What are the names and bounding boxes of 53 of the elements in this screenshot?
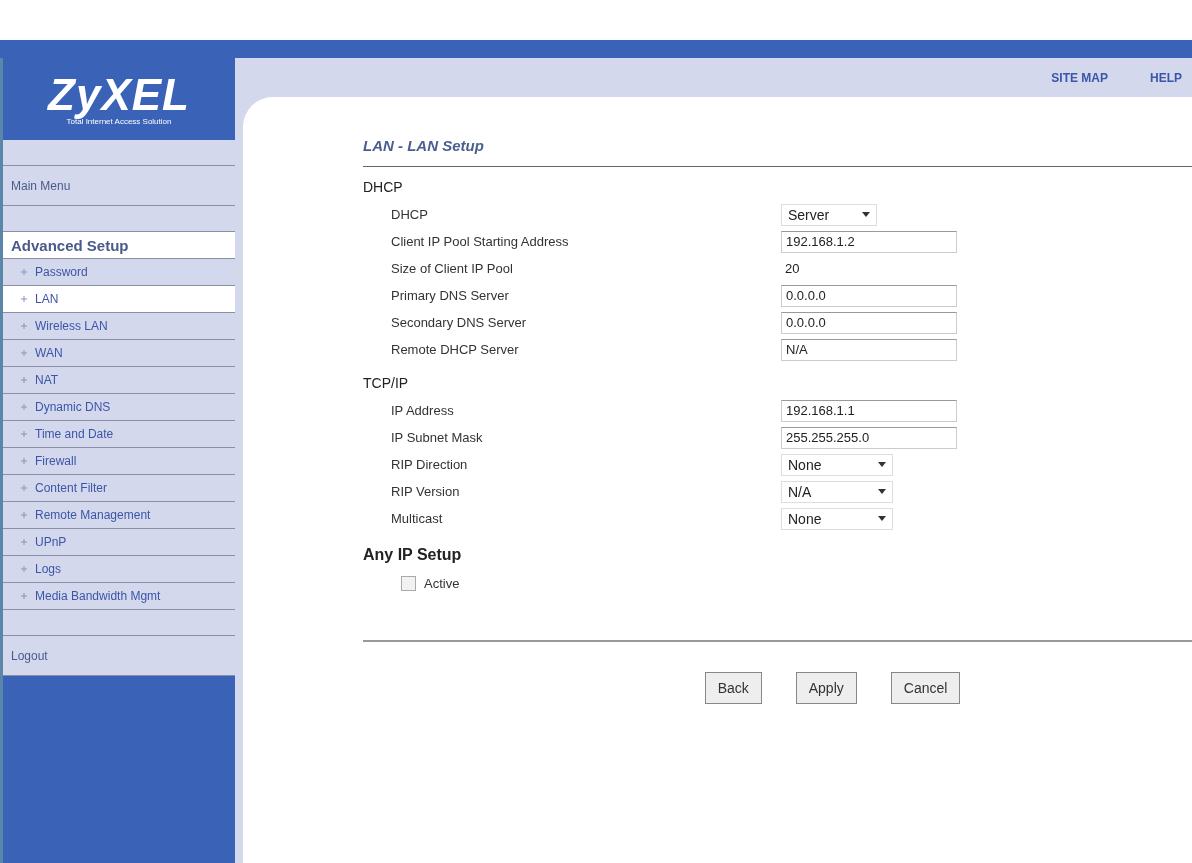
field-label: IP Subnet Mask [391,430,484,445]
plus-icon [21,296,27,302]
caret-icon [862,212,870,217]
plus-icon [21,512,27,518]
form-button[interactable]: Apply [795,672,857,704]
checkbox-label: Active [424,575,460,591]
field-label: RIP Version [391,484,461,499]
dropdown[interactable]: None [781,507,893,530]
field-label: Size of Client IP Pool [391,261,514,276]
dropdown[interactable]: Server [781,203,877,226]
plus-icon [21,485,27,491]
field-label: Multicast [391,511,444,526]
plus-icon [21,593,27,599]
section-title: TCP/IP [363,375,410,391]
logo-wordmark: ZyXEL [48,72,190,117]
plus-icon [21,323,27,329]
plus-icon [21,431,27,437]
input-field[interactable]: 0.0.0.0 [781,311,957,334]
plus-icon [21,404,27,410]
plus-icon [21,350,27,356]
plus-icon [21,458,27,464]
field-label: DHCP [391,207,429,222]
field-label: Remote DHCP Server [391,342,520,357]
header-link[interactable]: SITE MAP [1051,70,1108,85]
field-label: Primary DNS Server [391,288,510,303]
plus-icon [21,269,27,275]
dropdown[interactable]: None [781,453,893,476]
field-label: RIP Direction [391,457,469,472]
dropdown[interactable]: N/A [781,480,893,503]
section-title: DHCP [363,179,404,195]
input-field[interactable]: 0.0.0.0 [781,284,957,307]
checkbox[interactable] [401,575,416,591]
field-label: Secondary DNS Server [391,315,528,330]
caret-icon [878,462,886,467]
form-button[interactable]: Cancel [890,672,961,704]
header-link[interactable]: HELP [1150,70,1182,85]
input-field[interactable]: 192.168.1.2 [781,230,957,253]
sidebar-item[interactable]: LAN [3,286,235,313]
input-field[interactable]: 255.255.255.0 [781,426,957,449]
caret-icon [878,489,886,494]
input-field[interactable]: N/A [781,338,957,361]
form-button[interactable]: Back [704,672,762,704]
field-value: 20 [784,261,801,276]
section-title: Any IP Setup [363,546,463,564]
page-title: LAN - LAN Setup [363,137,1192,167]
sidebar-item[interactable]: Advanced Setup [3,232,235,259]
caret-icon [878,516,886,521]
plus-icon [21,539,27,545]
plus-icon [21,377,27,383]
input-field[interactable]: 192.168.1.1 [781,399,957,422]
field-label: Client IP Pool Starting Address [391,234,570,249]
field-label: IP Address [391,403,455,418]
plus-icon [21,566,27,572]
